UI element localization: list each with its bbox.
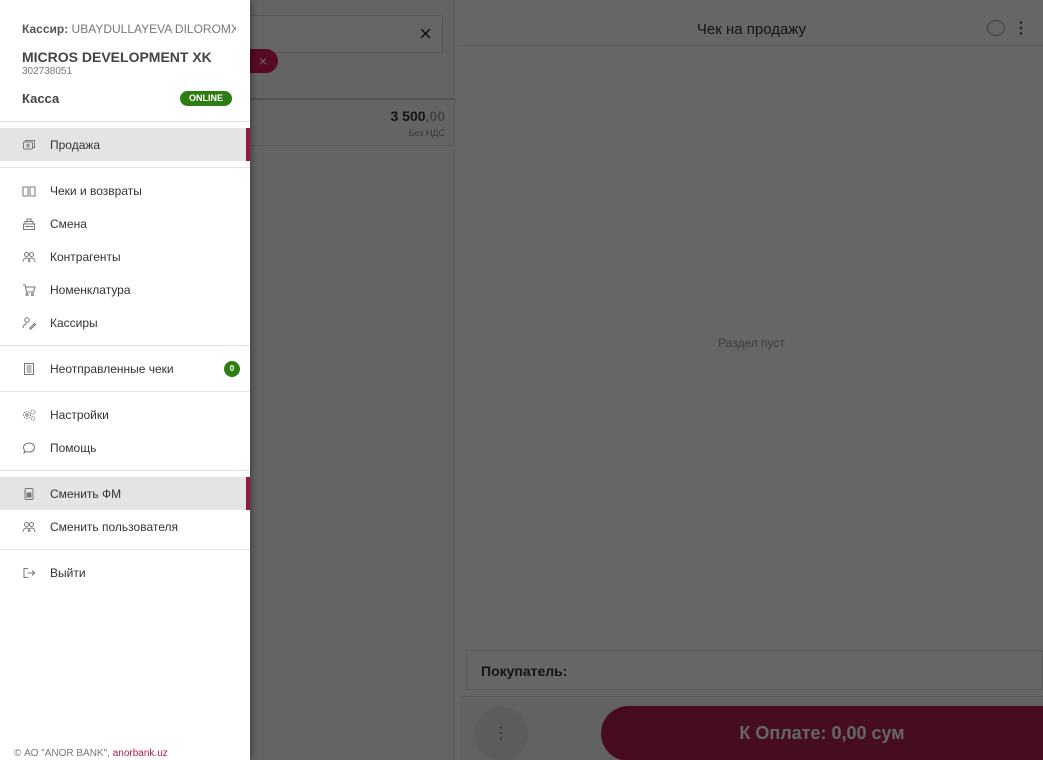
fiscal-module-icon (22, 487, 36, 501)
company-name: MICROS DEVELOPMENT XK (22, 49, 212, 65)
menu-item-help[interactable]: Помощь (0, 431, 250, 464)
status-badge: ONLINE (180, 91, 232, 106)
menu-group-unsent: Неотправленные чеки 0 (0, 346, 250, 392)
pay-button[interactable]: К Оплате: 0,00 сум (601, 706, 1043, 760)
chat-bubble-icon (22, 441, 36, 455)
gear-icon (22, 408, 36, 422)
buyer-field[interactable]: Покупатель: (466, 650, 1043, 690)
chat-icon[interactable] (987, 20, 1005, 36)
product-price: 3 500,00 (390, 108, 445, 124)
cart-icon (22, 283, 36, 297)
copyright-text: © АО "ANOR BANK", (14, 748, 113, 759)
bank-website-link[interactable]: anorbank.uz (113, 748, 168, 759)
product-vat: Без НДС (408, 128, 445, 138)
drawer-footer: © АО "ANOR BANK", anorbank.uz (14, 748, 168, 759)
users-icon (22, 250, 36, 264)
menu-group-support: Настройки Помощь (0, 392, 250, 471)
buyer-label: Покупатель: (481, 663, 568, 679)
book-icon (22, 184, 36, 198)
menu-group-account: Сменить ФМ Сменить пользователя (0, 471, 250, 550)
menu-item-shift[interactable]: Смена (0, 207, 250, 240)
menu-item-sale[interactable]: Продажа (0, 128, 250, 161)
more-vertical-icon[interactable]: ⋮ (1013, 21, 1029, 37)
menu-item-settings[interactable]: Настройки (0, 398, 250, 431)
empty-state-text: Раздел пуст (718, 336, 785, 350)
menu-group-operations: Чеки и возвраты Смена Контрагенты Номенк… (0, 168, 250, 346)
user-edit-icon (22, 316, 36, 330)
users-icon (22, 520, 36, 534)
receipt-pane: Чек на продажу ⋮ Раздел пуст Покупатель:… (460, 14, 1043, 760)
drawer-header: Кассир: UBAYDULLAYEVA DILOROMX MICROS DE… (0, 0, 250, 122)
menu-item-cashiers[interactable]: Кассиры (0, 306, 250, 339)
cash-register-icon (22, 217, 36, 231)
receipt-icon (22, 362, 36, 376)
filter-clear-button[interactable]: × (248, 49, 278, 73)
menu-group-main: Продажа (0, 122, 250, 168)
action-bar: ⋮ К Оплате: 0,00 сум (460, 696, 1043, 760)
cashier-name: UBAYDULLAYEVA DILOROMX (71, 22, 236, 36)
menu-item-counterparties[interactable]: Контрагенты (0, 240, 250, 273)
cashier-info: Кассир: UBAYDULLAYEVA DILOROMX (22, 22, 236, 36)
menu-item-nomenclature[interactable]: Номенклатура (0, 273, 250, 306)
unsent-count-badge: 0 (224, 361, 240, 377)
more-actions-button[interactable]: ⋮ (474, 707, 528, 760)
company-id: 302738051 (22, 66, 73, 77)
logout-icon (22, 566, 36, 580)
menu-item-receipts[interactable]: Чеки и возвраты (0, 174, 250, 207)
menu-group-exit: Выйти (0, 550, 250, 595)
cashier-label: Кассир: (22, 22, 69, 36)
page-title: Чек на продажу (696, 21, 807, 38)
menu-item-change-user[interactable]: Сменить пользователя (0, 510, 250, 543)
menu-item-unsent-receipts[interactable]: Неотправленные чеки 0 (0, 352, 250, 385)
menu-item-logout[interactable]: Выйти (0, 556, 250, 589)
cash-icon (22, 138, 36, 152)
receipt-header: Чек на продажу ⋮ (460, 14, 1043, 46)
kassa-label: Касса (22, 91, 60, 106)
navigation-drawer: Кассир: UBAYDULLAYEVA DILOROMX MICROS DE… (0, 0, 250, 760)
close-icon[interactable]: × (419, 23, 432, 45)
menu-item-change-fm[interactable]: Сменить ФМ (0, 477, 250, 510)
